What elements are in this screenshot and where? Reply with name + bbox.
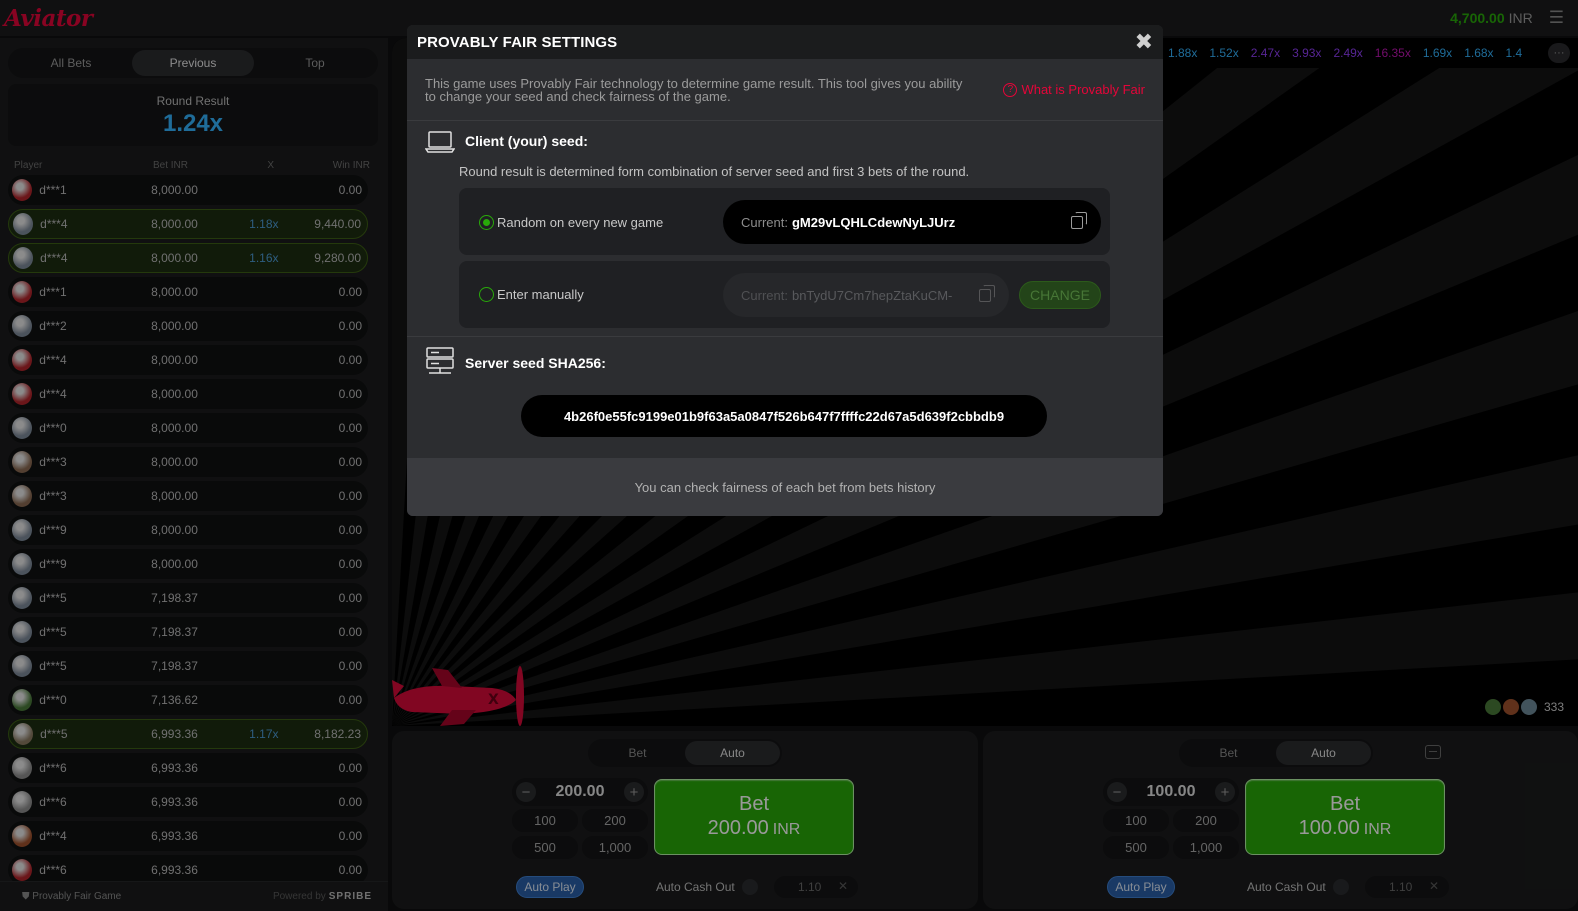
modal-intro: This game uses Provably Fair technology … <box>407 59 1163 121</box>
laptop-icon <box>425 131 455 153</box>
server-icon <box>426 347 454 374</box>
what-is-provably-fair-link[interactable]: ? What is Provably Fair <box>1003 82 1145 97</box>
radio-manual[interactable] <box>479 287 494 302</box>
copy-icon[interactable] <box>979 284 995 302</box>
what-is-provably-fair-label: What is Provably Fair <box>1021 82 1145 97</box>
manual-seed-input[interactable]: Current: bnTydU7Cm7hepZtaKuCM- <box>723 273 1009 317</box>
change-seed-button[interactable]: CHANGE <box>1019 281 1101 309</box>
option-manual-label: Enter manually <box>497 287 584 302</box>
radio-random[interactable] <box>479 215 494 230</box>
modal-header: PROVABLY FAIR SETTINGS ✖ <box>407 25 1163 59</box>
copy-icon[interactable] <box>1071 211 1087 229</box>
option-random-seed[interactable]: Random on every new game Current: gM29vLQ… <box>459 188 1110 255</box>
server-seed-hash: 4b26f0e55fc9199e01b9f63a5a0847f526b647f7… <box>521 395 1047 437</box>
option-random-label: Random on every new game <box>497 215 664 230</box>
client-seed-title: Client (your) seed: <box>465 133 588 149</box>
random-seed-value: gM29vLQHLCdewNyLJUrz <box>791 214 956 230</box>
provably-fair-modal: PROVABLY FAIR SETTINGS ✖ This game uses … <box>407 25 1163 516</box>
close-icon[interactable]: ✖ <box>1135 31 1153 53</box>
intro-text: This game uses Provably Fair technology … <box>425 75 963 104</box>
client-seed-section: Client (your) seed: Round result is dete… <box>407 121 1163 337</box>
server-seed-title: Server seed SHA256: <box>465 355 606 371</box>
option-manual-seed[interactable]: Enter manually Current: bnTydU7Cm7hepZtaK… <box>459 261 1110 328</box>
modal-title: PROVABLY FAIR SETTINGS <box>417 33 618 51</box>
manual-seed-value: bnTydU7Cm7hepZtaKuCM- <box>791 287 953 303</box>
modal-footer-note: You can check fairness of each bet from … <box>407 458 1163 516</box>
current-label: Current: <box>741 287 788 303</box>
random-seed-display: Current: gM29vLQHLCdewNyLJUrz <box>723 200 1101 244</box>
server-seed-section: Server seed SHA256: 4b26f0e55fc9199e01b9… <box>407 337 1163 457</box>
current-label: Current: <box>741 214 788 230</box>
client-seed-description: Round result is determined form combinat… <box>459 164 970 179</box>
question-icon: ? <box>1003 82 1018 97</box>
